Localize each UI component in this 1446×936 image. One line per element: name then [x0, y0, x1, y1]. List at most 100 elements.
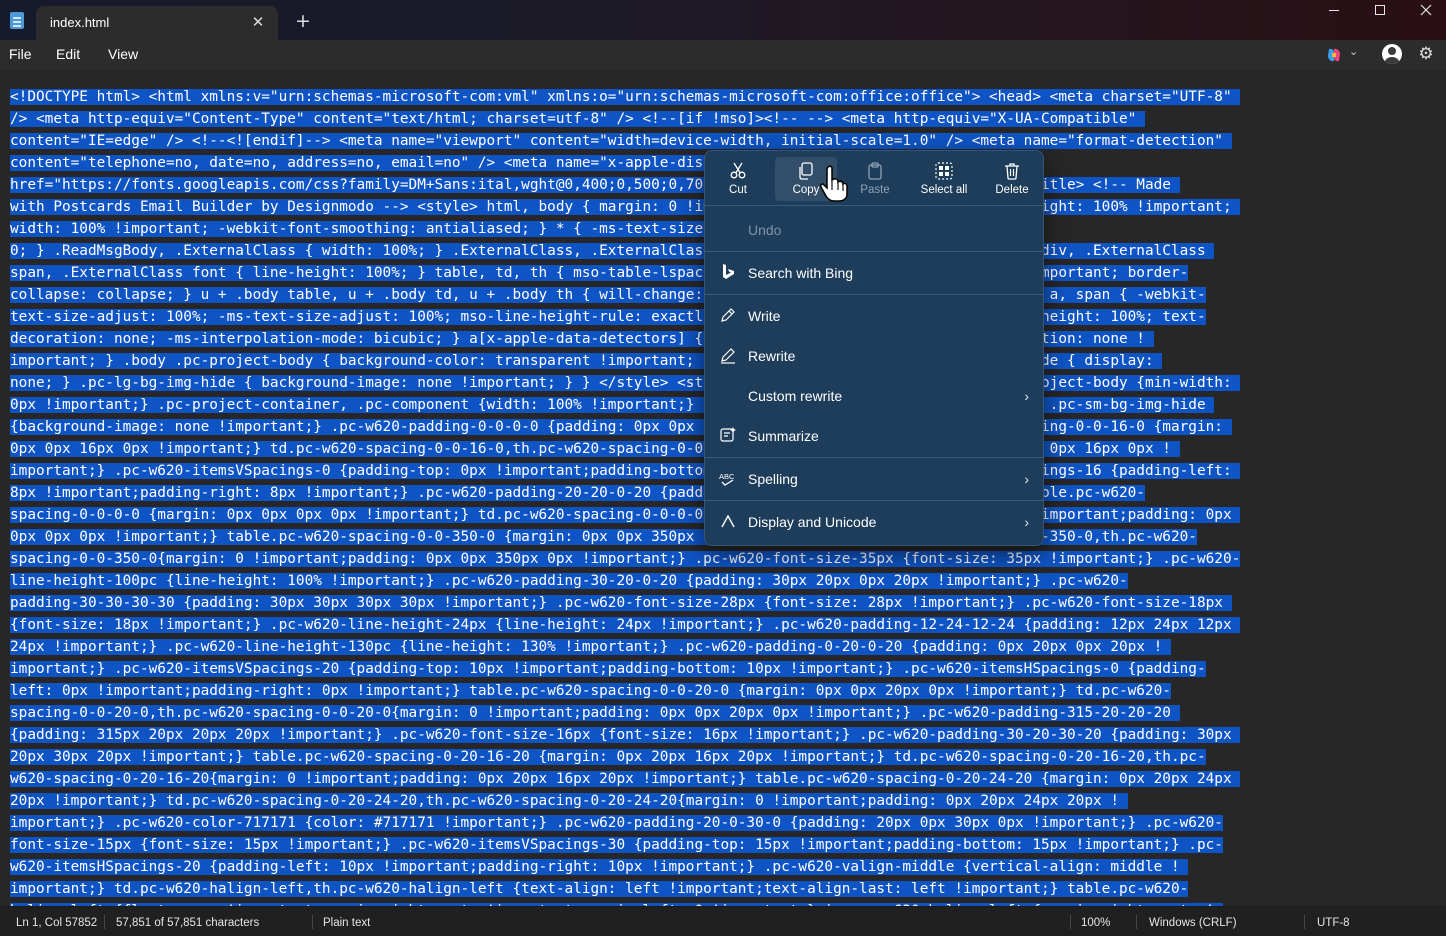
select-all-button[interactable]: Select all [913, 157, 975, 201]
spelling-icon: ABC [719, 472, 735, 486]
status-separator [1304, 915, 1305, 929]
trash-icon [1005, 163, 1019, 180]
rewrite-label: Rewrite [748, 348, 796, 364]
editor-line: 24px !important;} .pc-w620-line-height-1… [10, 636, 1432, 658]
menu-item-undo[interactable]: Undo [705, 211, 1043, 249]
selected-text: {font-size: 18px !important;} .pc-w620-l… [10, 617, 1241, 633]
selected-text: with Postcards Email Builder by Designmo… [10, 199, 1241, 215]
unicode-caret-icon [721, 514, 735, 528]
maximize-button[interactable] [1357, 0, 1403, 24]
custom-rewrite-label: Custom rewrite [748, 388, 843, 404]
selected-text: important;} .pc-w620-color-717171 {color… [10, 815, 1223, 831]
summarize-icon [720, 427, 736, 442]
editor-line: spacing-0-0-20-0,th.pc-w620-spacing-0-0-… [10, 702, 1432, 724]
editor-line: important;} .pc-w620-itemsVSpacings-20 {… [10, 658, 1432, 680]
editor-line: important;} td.pc-w620-halign-left,th.pc… [10, 878, 1432, 900]
menu-bar: File Edit View [0, 40, 1446, 70]
selected-text: {padding: 315px 20px 20px 20px !importan… [10, 727, 1241, 743]
selected-text: padding-30-30-30-30 {padding: 30px 30px … [10, 595, 1232, 611]
selected-text: 24px !important;} .pc-w620-line-height-1… [10, 639, 1171, 655]
menu-edit[interactable]: Edit [56, 46, 80, 62]
editor-line: line-height-100pc {line-height: 100% !im… [10, 570, 1432, 592]
paste-label: Paste [860, 184, 890, 196]
menu-view[interactable]: View [108, 46, 138, 62]
editor-line: padding-30-30-30-30 {padding: 30px 30px … [10, 592, 1432, 614]
tab-close-icon[interactable]: ✕ [248, 12, 268, 32]
menu-item-rewrite[interactable]: Rewrite [705, 337, 1043, 375]
menu-item-write[interactable]: Write [705, 297, 1043, 335]
menu-separator [705, 294, 1043, 295]
bing-icon [723, 264, 734, 279]
chevron-right-icon: › [1024, 388, 1029, 404]
context-menu: Cut Copy Paste Select all Delete Undo Se… [704, 150, 1044, 546]
cut-button[interactable]: Cut [707, 157, 769, 201]
cursor-position[interactable]: Ln 1, Col 57852 [16, 917, 97, 929]
menu-separator [705, 251, 1043, 252]
editor-line: content="IE=edge" /> <!--<![endif]--> <m… [10, 130, 1432, 152]
menu-item-search-bing[interactable]: Search with Bing [705, 254, 1043, 292]
write-label: Write [748, 308, 781, 324]
new-tab-button[interactable]: + [292, 10, 314, 32]
search-bing-label: Search with Bing [748, 265, 854, 281]
menu-item-custom-rewrite[interactable]: Custom rewrite › [705, 377, 1043, 415]
summarize-label: Summarize [748, 428, 819, 444]
display-unicode-label: Display and Unicode [748, 514, 877, 530]
selected-text: /> <meta http-equiv="Content-Type" conte… [10, 111, 1145, 127]
editor-line: important;} .pc-w620-color-717171 {color… [10, 812, 1432, 834]
selected-text: spacing-0-0-0-0 {margin: 0px 0px 0px 0px… [10, 507, 1241, 523]
minimize-button[interactable] [1311, 0, 1357, 24]
editor-line: w620-spacing-0-20-16-20{margin: 0 !impor… [10, 768, 1432, 790]
text-format[interactable]: Plain text [323, 917, 370, 929]
cut-label: Cut [729, 184, 747, 196]
editor-line: /> <meta http-equiv="Content-Type" conte… [10, 108, 1432, 130]
menu-item-spelling[interactable]: ABC Spelling › [705, 460, 1043, 498]
selected-text: line-height-100pc {line-height: 100% !im… [10, 573, 1128, 589]
editor-line: left: 0px !important;padding-right: 0px … [10, 680, 1432, 702]
tab-title: index.html [50, 15, 110, 30]
copilot-button[interactable]: ⌄ [1324, 44, 1364, 66]
hand-pointer-icon [820, 165, 848, 202]
status-separator [1070, 915, 1071, 929]
zoom-level[interactable]: 100% [1081, 917, 1110, 929]
editor-line: <!DOCTYPE html> <html xmlns:v="urn:schem… [10, 86, 1432, 108]
settings-gear-icon[interactable]: ⚙ [1416, 44, 1436, 64]
chevron-down-icon: ⌄ [1349, 45, 1359, 58]
notepad-window: index.html ✕ + File Edit View ⌄ ⚙ <!DOCT… [0, 0, 1446, 936]
editor-line: font-size-15px {font-size: 15px !importa… [10, 834, 1432, 856]
selected-text: content="IE=edge" /> <!--<![endif]--> <m… [10, 133, 1232, 149]
menu-item-display-unicode[interactable]: Display and Unicode › [705, 503, 1043, 541]
copy-icon [799, 162, 813, 180]
selected-text: w620-itemsHSpacings-20 {padding-left: 10… [10, 859, 1189, 875]
status-separator [1136, 915, 1137, 929]
selected-text: 20px !important;} td.pc-w620-spacing-0-2… [10, 793, 1128, 809]
paste-button[interactable]: Paste [844, 157, 906, 201]
editor-line: 20px 30px 20px !important;} table.pc-w62… [10, 746, 1432, 768]
delete-label: Delete [995, 184, 1029, 196]
editor-line: spacing-0-0-350-0{margin: 0 !important;p… [10, 548, 1432, 570]
selected-text: spacing-0-0-20-0,th.pc-w620-spacing-0-0-… [10, 705, 1180, 721]
character-count: 57,851 of 57,851 characters [116, 917, 260, 929]
editor-line: 20px !important;} td.pc-w620-spacing-0-2… [10, 790, 1432, 812]
encoding[interactable]: UTF-8 [1317, 917, 1350, 929]
selected-text: important;} .pc-w620-itemsVSpacings-20 {… [10, 661, 1206, 677]
tab-index-html[interactable]: index.html ✕ [36, 6, 278, 40]
account-avatar[interactable] [1382, 44, 1402, 64]
selected-text: important;} .pc-w620-itemsVSpacings-0 {p… [10, 463, 1241, 479]
menu-separator [705, 205, 1043, 206]
line-ending[interactable]: Windows (CRLF) [1149, 917, 1237, 929]
title-bar: index.html ✕ + [0, 0, 1446, 40]
menu-item-summarize[interactable]: Summarize [705, 417, 1043, 455]
delete-button[interactable]: Delete [981, 157, 1043, 201]
scissors-icon [730, 162, 746, 179]
close-window-button[interactable] [1403, 0, 1446, 24]
clipboard-icon [868, 162, 882, 180]
notepad-app-icon [10, 12, 24, 29]
rewrite-icon [721, 348, 735, 364]
selected-text: spacing-0-0-350-0{margin: 0 !important;p… [10, 551, 1241, 567]
selected-text: left: 0px !important;padding-right: 0px … [10, 683, 1171, 699]
pen-sparkle-icon [721, 308, 735, 322]
editor-line: {font-size: 18px !important;} .pc-w620-l… [10, 614, 1432, 636]
menu-file[interactable]: File [9, 46, 32, 62]
selected-text: <!DOCTYPE html> <html xmlns:v="urn:schem… [10, 89, 1241, 105]
menu-separator [705, 457, 1043, 458]
